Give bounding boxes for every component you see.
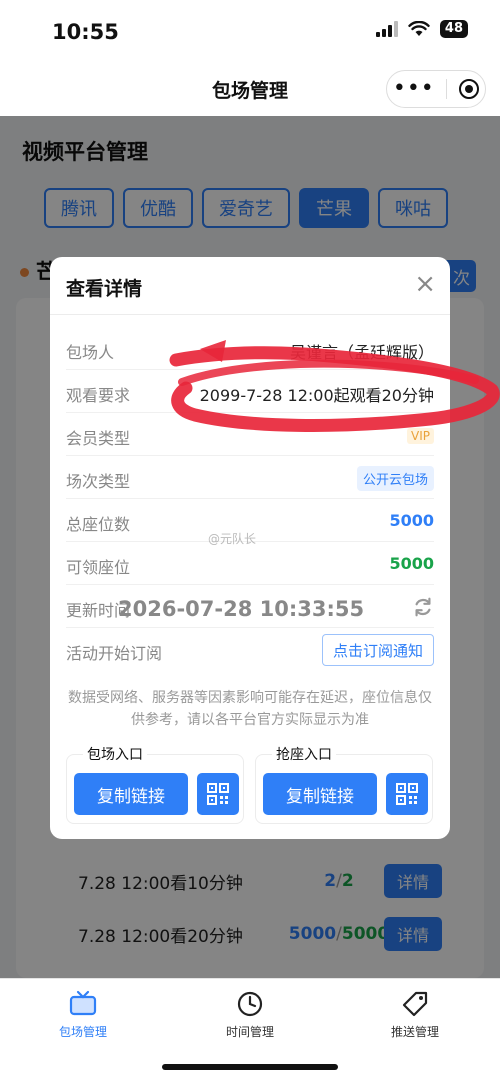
detail-value: 吴谨言（孟廷辉版） bbox=[289, 343, 434, 362]
tag-icon bbox=[402, 991, 428, 1017]
qr-code-icon bbox=[396, 783, 418, 805]
detail-label: 可领座位 bbox=[66, 558, 131, 577]
tab-time-management[interactable]: 时间管理 bbox=[185, 989, 315, 1040]
tab-label: 时间管理 bbox=[225, 1025, 274, 1039]
data-notice: 数据受网络、服务器等因素影响可能存在延迟，座位信息仅供参考，请以各平台官方实际显… bbox=[68, 690, 432, 728]
copy-link-button[interactable]: 复制链接 bbox=[263, 773, 377, 815]
detail-modal: 查看详情 × 包场人 吴谨言（孟廷辉版） 观看要求 2099-7-28 12:0… bbox=[50, 257, 450, 839]
seat-grab-entry-box: 抢座入口 复制链接 bbox=[255, 744, 433, 824]
tab-push-management[interactable]: 推送管理 bbox=[350, 989, 480, 1040]
battery-icon: 48 bbox=[439, 20, 468, 38]
qr-code-button[interactable] bbox=[197, 773, 239, 815]
target-icon[interactable] bbox=[459, 79, 480, 99]
qr-code-button[interactable] bbox=[386, 773, 428, 815]
modal-header: 查看详情 × bbox=[50, 257, 450, 315]
entry-label: 抢座入口 bbox=[272, 744, 336, 764]
vip-badge: VIP bbox=[407, 428, 434, 444]
detail-row-update-time: 更新时间 2026-07-28 10:33:55 bbox=[66, 585, 434, 628]
watermark: @元队长 bbox=[208, 532, 257, 546]
detail-row-subscribe: 活动开始订阅 点击订阅通知 bbox=[66, 628, 434, 674]
capsule-divider bbox=[446, 79, 448, 99]
subscribe-button[interactable]: 点击订阅通知 bbox=[321, 634, 434, 666]
detail-row-member-type: 会员类型 VIP bbox=[66, 413, 434, 456]
detail-label: 包场人 bbox=[66, 343, 115, 362]
status-icons: 48 bbox=[375, 20, 468, 38]
wifi-icon bbox=[408, 21, 430, 36]
detail-label: 活动开始订阅 bbox=[66, 644, 163, 663]
detail-row-available-seats: 可领座位 5000 bbox=[66, 542, 434, 585]
signal-icon bbox=[375, 21, 398, 37]
detail-value: 5000 bbox=[389, 511, 434, 530]
detail-row-organizer: 包场人 吴谨言（孟廷辉版） bbox=[66, 327, 434, 370]
detail-rows: 包场人 吴谨言（孟廷辉版） 观看要求 2099-7-28 12:00起观看20分… bbox=[66, 327, 434, 674]
qr-code-icon bbox=[207, 783, 229, 805]
tab-venue-management[interactable]: 包场管理 bbox=[18, 989, 148, 1040]
detail-label: 场次类型 bbox=[66, 472, 131, 491]
detail-label: 观看要求 bbox=[66, 386, 131, 405]
home-indicator bbox=[162, 1064, 338, 1070]
mini-program-capsule: ••• bbox=[386, 70, 486, 108]
detail-row-watch-requirement: 观看要求 2099-7-28 12:00起观看20分钟 bbox=[66, 370, 434, 413]
tv-icon bbox=[69, 990, 97, 1016]
status-time: 10:55 bbox=[52, 20, 119, 44]
tab-label: 推送管理 bbox=[390, 1025, 439, 1039]
status-bar: 10:55 48 bbox=[0, 0, 500, 64]
nav-bar: 包场管理 ••• bbox=[0, 64, 500, 116]
more-dots-icon[interactable]: ••• bbox=[393, 78, 435, 100]
update-time-value: 2026-07-28 10:33:55 bbox=[118, 597, 365, 621]
detail-label: 会员类型 bbox=[66, 429, 131, 448]
detail-label: 总座位数 bbox=[66, 515, 131, 534]
entry-label: 包场入口 bbox=[83, 744, 147, 764]
tab-label: 包场管理 bbox=[58, 1025, 107, 1039]
refresh-icon[interactable] bbox=[412, 596, 434, 618]
session-type-tag: 公开云包场 bbox=[356, 466, 434, 491]
detail-row-session-type: 场次类型 公开云包场 bbox=[66, 456, 434, 499]
booking-entry-box: 包场入口 复制链接 bbox=[66, 744, 244, 824]
detail-value: 5000 bbox=[389, 554, 434, 573]
detail-value: 2099-7-28 12:00起观看20分钟 bbox=[199, 386, 434, 405]
clock-icon bbox=[237, 991, 263, 1017]
modal-title: 查看详情 bbox=[66, 278, 143, 300]
close-icon[interactable]: × bbox=[414, 271, 436, 297]
copy-link-button[interactable]: 复制链接 bbox=[74, 773, 188, 815]
